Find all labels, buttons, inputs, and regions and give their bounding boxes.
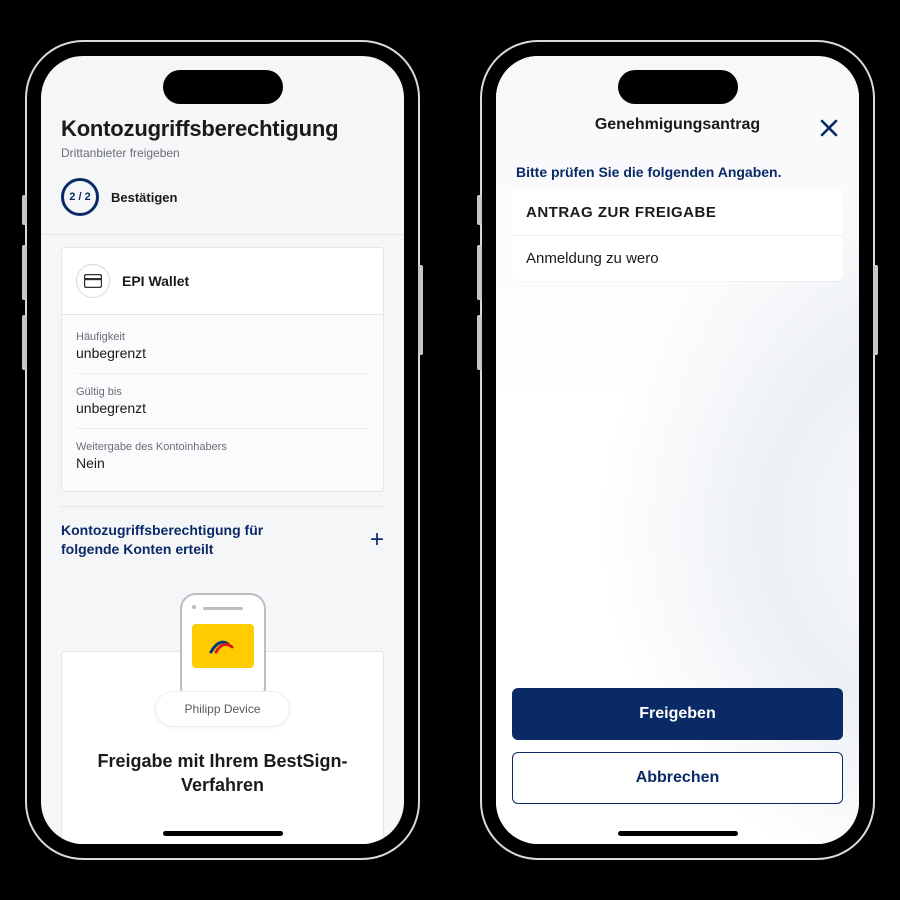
instruction-text: Bitte prüfen Sie die folgenden Angaben. — [512, 164, 843, 190]
brand-logo-icon — [192, 624, 254, 668]
step-circle: 2 / 2 — [61, 178, 99, 216]
home-indicator — [618, 831, 738, 836]
phone-bezel: Kontozugriffsberechtigung Drittanbieter … — [27, 42, 418, 858]
provider-card-header: EPI Wallet — [62, 248, 383, 315]
volume-up-button — [22, 245, 27, 300]
volume-up-button — [477, 245, 482, 300]
page-subtitle: Drittanbieter freigeben — [61, 146, 384, 160]
device-illustration — [180, 593, 266, 703]
dynamic-island — [163, 70, 283, 104]
dynamic-island — [618, 70, 738, 104]
screen-right: Genehmigungsantrag Bitte prüfen Sie die … — [496, 56, 859, 844]
step-count: 2 / 2 — [69, 191, 90, 203]
request-card: ANTRAG ZUR FREIGABE Anmeldung zu wero — [512, 190, 843, 281]
wallet-icon — [76, 264, 110, 298]
bestsign-area: Philipp Device Freigabe mit Ihrem BestSi… — [61, 593, 384, 844]
request-body: Anmeldung zu wero — [512, 236, 843, 281]
volume-down-button — [22, 315, 27, 370]
close-button[interactable] — [815, 114, 843, 142]
modal-title: Genehmigungsantrag — [595, 116, 760, 134]
provider-card: EPI Wallet Häufigkeit unbegrenzt Gültig … — [61, 247, 384, 492]
side-button — [477, 195, 482, 225]
phone-right: Genehmigungsantrag Bitte prüfen Sie die … — [480, 40, 875, 860]
frequency-value: unbegrenzt — [76, 345, 369, 361]
close-icon — [819, 118, 839, 138]
divider — [76, 373, 369, 374]
cancel-button[interactable]: Abbrechen — [512, 752, 843, 804]
valid-until-value: unbegrenzt — [76, 400, 369, 416]
screen-left: Kontozugriffsberechtigung Drittanbieter … — [41, 56, 404, 844]
action-buttons: Freigeben Abbrechen — [512, 688, 843, 820]
home-indicator — [163, 831, 283, 836]
device-selector[interactable]: Philipp Device — [155, 691, 289, 727]
cancel-button-label: Abbrechen — [636, 769, 720, 786]
divider — [41, 234, 404, 235]
power-button — [418, 265, 423, 355]
provider-details: Häufigkeit unbegrenzt Gültig bis unbegre… — [62, 315, 383, 491]
accounts-expand-label: Kontozugriffsberechtigung für folgende K… — [61, 521, 321, 559]
frequency-label: Häufigkeit — [76, 331, 369, 343]
page-title: Kontozugriffsberechtigung — [61, 116, 384, 142]
power-button — [873, 265, 878, 355]
approve-button[interactable]: Freigeben — [512, 688, 843, 740]
bestsign-title: Freigabe mit Ihrem BestSign-Verfahren — [61, 749, 384, 798]
phone-bezel: Genehmigungsantrag Bitte prüfen Sie die … — [482, 42, 873, 858]
share-owner-label: Weitergabe des Kontoinhabers — [76, 441, 369, 453]
share-owner-value: Nein — [76, 455, 369, 471]
accounts-expand-row[interactable]: Kontozugriffsberechtigung für folgende K… — [61, 506, 384, 569]
modal-header: Genehmigungsantrag — [512, 116, 843, 164]
plus-icon: + — [370, 528, 384, 552]
phone-left: Kontozugriffsberechtigung Drittanbieter … — [25, 40, 420, 860]
valid-until-label: Gültig bis — [76, 386, 369, 398]
step-label: Bestätigen — [111, 190, 177, 205]
side-button — [22, 195, 27, 225]
volume-down-button — [477, 315, 482, 370]
step-indicator: 2 / 2 Bestätigen — [61, 178, 384, 216]
device-name: Philipp Device — [184, 702, 260, 716]
approve-button-label: Freigeben — [639, 705, 715, 722]
provider-name: EPI Wallet — [122, 273, 189, 289]
request-heading: ANTRAG ZUR FREIGABE — [512, 190, 843, 236]
divider — [76, 428, 369, 429]
